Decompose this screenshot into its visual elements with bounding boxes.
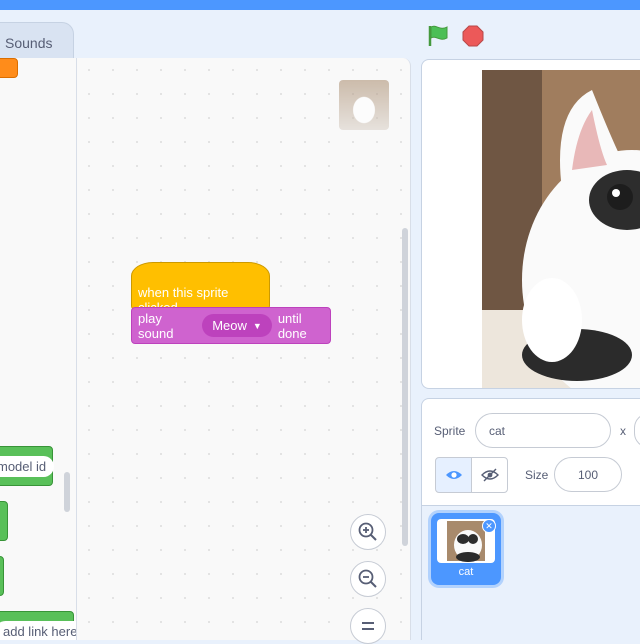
cat-sprite-image [482,70,640,388]
palette-block-model-id[interactable]: model id [0,446,55,486]
palette-block-control[interactable] [0,58,18,78]
tab-sounds-label: Sounds [5,35,53,51]
sprite-name-input[interactable]: cat [475,413,611,448]
size-input[interactable]: 100 [554,457,622,492]
size-value: 100 [577,467,599,482]
block-text-until-done: until done [277,310,307,341]
sprite-item-name: cat [458,566,474,578]
caret-down-icon: ▼ [252,320,262,331]
zoom-in-button[interactable] [350,514,386,550]
code-workspace[interactable] [77,58,411,640]
palette-block-model-id-input[interactable]: model id [0,456,55,477]
block-text-play-sound: play sound [138,310,174,341]
menu-bar [0,0,640,10]
stage[interactable] [421,59,640,389]
sound-dropdown-value: Meow [212,318,247,333]
zoom-reset-button[interactable] [350,608,386,644]
x-label: x [620,424,626,438]
palette-block-add-link[interactable]: add link here [0,611,76,640]
sprite-thumbnail [339,80,389,130]
zoom-in-icon [358,522,377,541]
when-sprite-clicked-block[interactable]: when this sprite clicked [131,262,270,315]
green-flag-button[interactable] [426,24,450,53]
close-icon: ✕ [485,521,493,531]
hide-sprite-button[interactable] [471,457,508,493]
block-palette: model id add link here [0,58,77,640]
sprite-name-value: cat [489,423,506,438]
sprite-label: Sprite [434,424,466,438]
tab-sounds[interactable]: Sounds [0,22,74,60]
delete-sprite-button[interactable]: ✕ [482,519,496,533]
play-sound-until-done-block[interactable]: play sound Meow ▼ until done [131,307,331,344]
sound-dropdown[interactable]: Meow ▼ [202,314,272,337]
eye-off-icon [480,468,499,482]
zoom-out-icon [358,569,377,588]
zoom-out-button[interactable] [350,561,386,597]
equals-icon [362,622,374,630]
eye-icon [445,471,462,479]
size-label: Size [525,468,549,482]
show-sprite-button[interactable] [435,457,472,493]
palette-scrollbar[interactable] [64,472,70,512]
stop-icon [462,25,484,47]
palette-block[interactable] [0,556,4,596]
palette-block-add-link-input[interactable]: add link here [0,621,76,640]
green-flag-icon [428,25,448,46]
palette-block[interactable] [0,501,8,541]
stop-button[interactable] [461,24,485,53]
workspace-scrollbar[interactable] [402,228,408,546]
